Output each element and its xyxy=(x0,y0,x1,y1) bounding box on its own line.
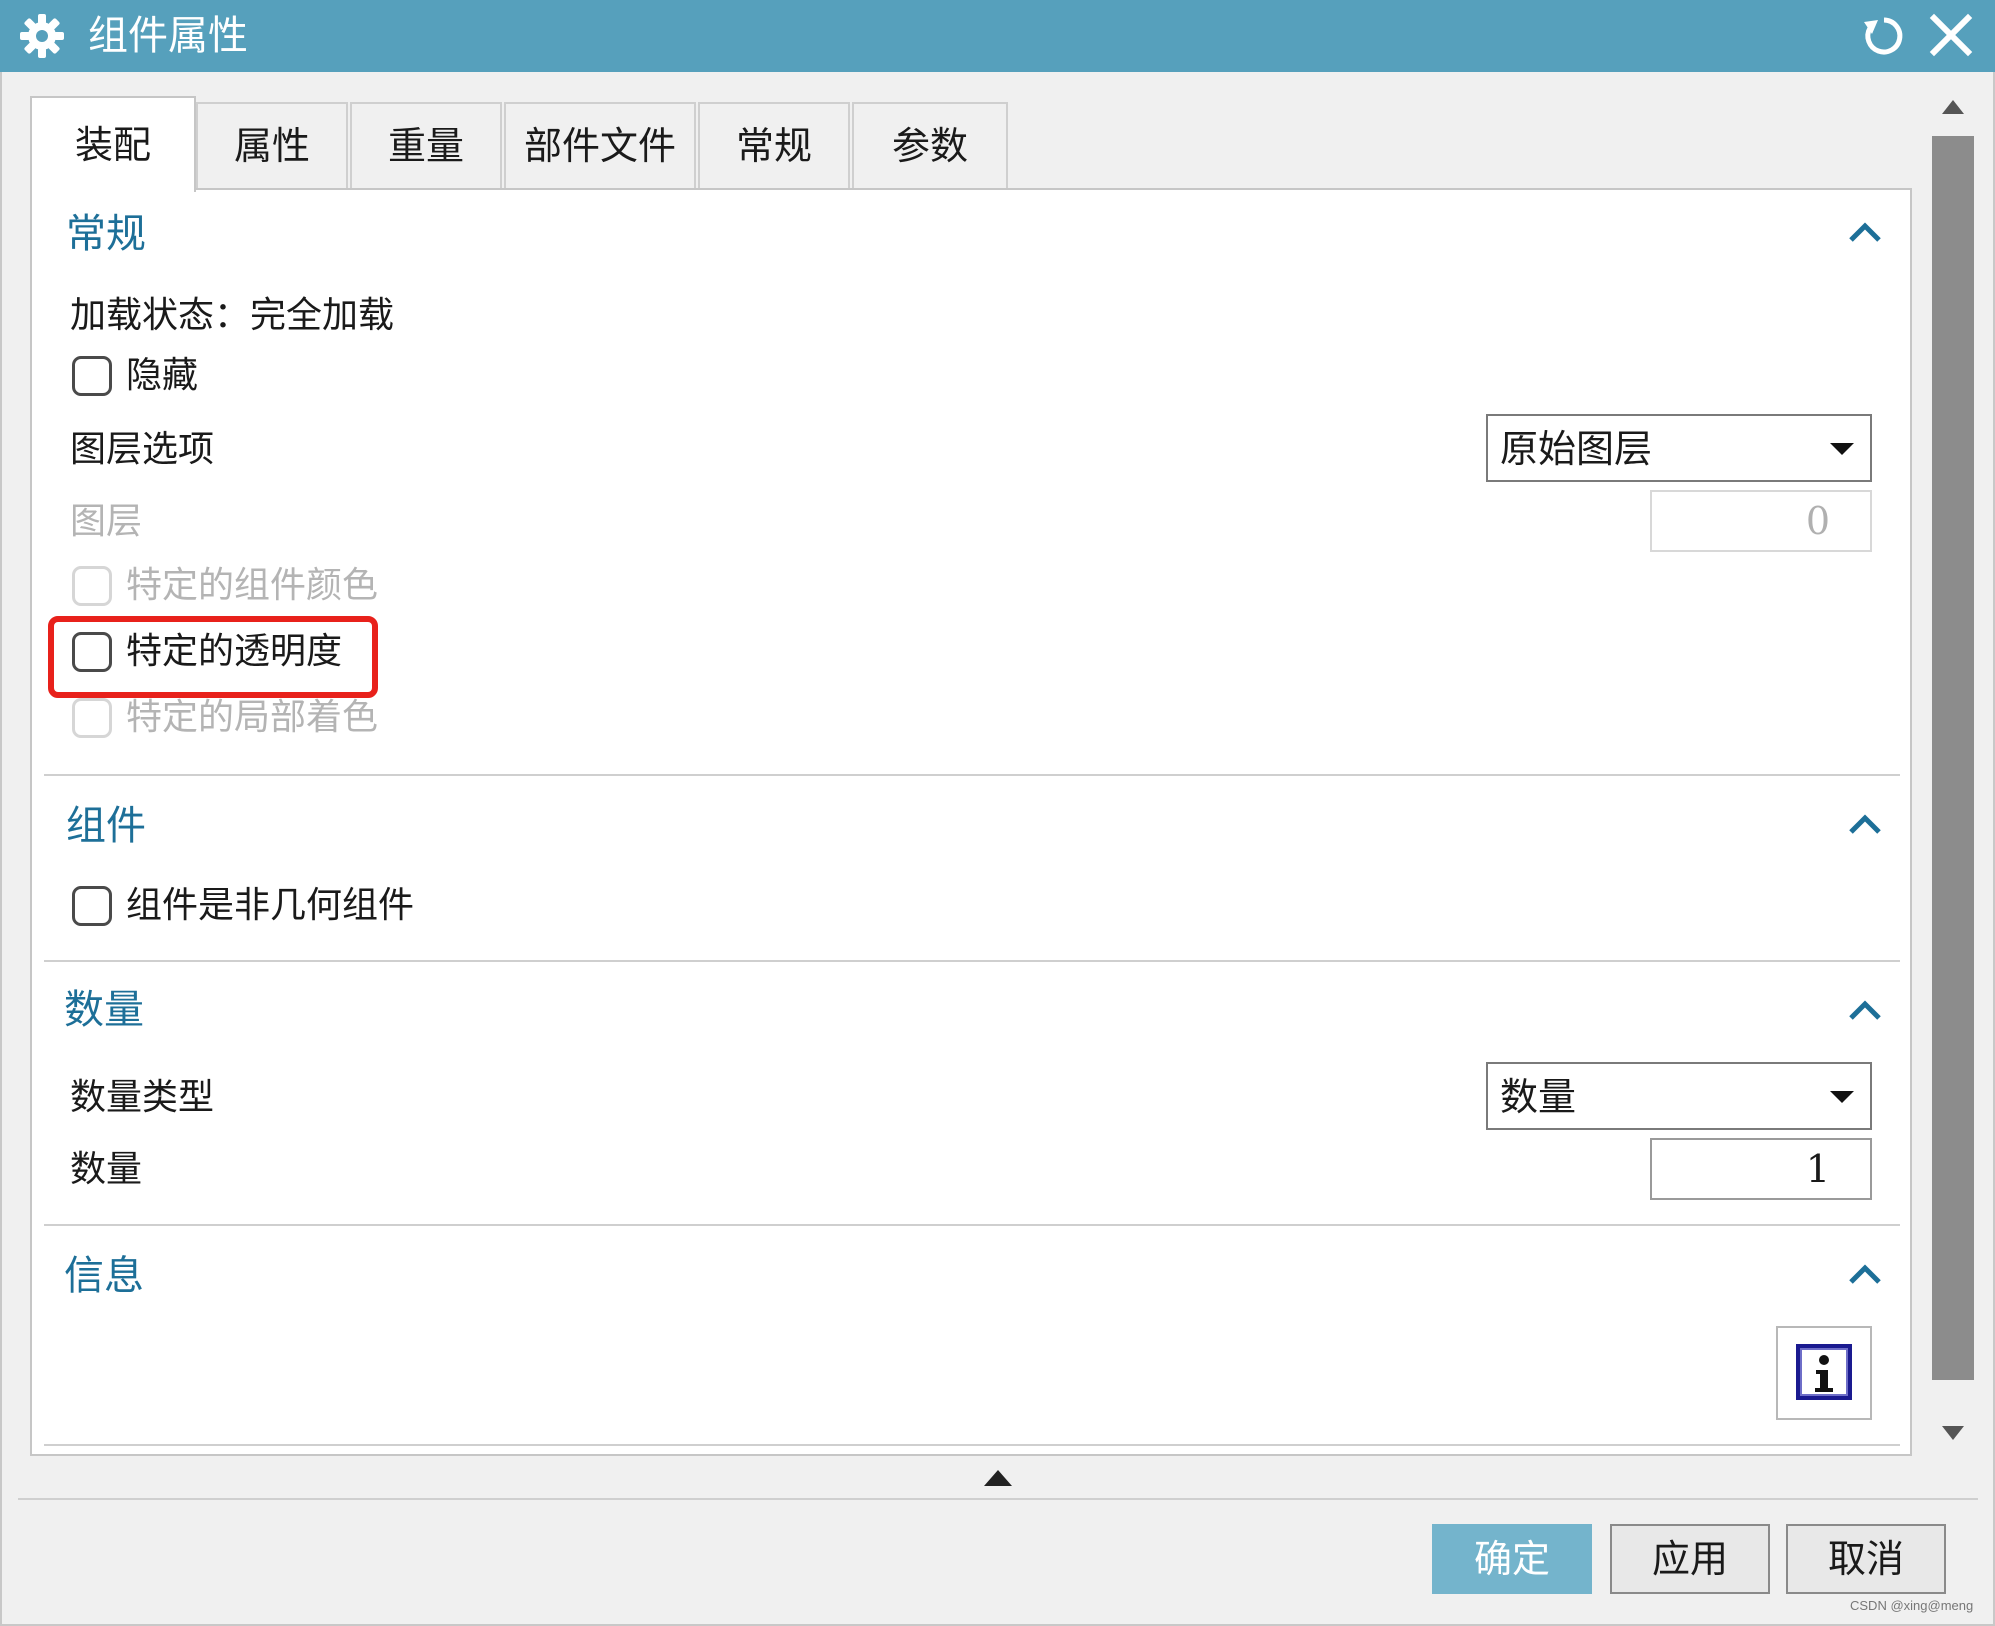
specific-partial-shading-checkbox[interactable] xyxy=(72,698,112,738)
ok-button[interactable]: 确定 xyxy=(1432,1524,1592,1594)
tab-attributes[interactable]: 属性 xyxy=(196,102,348,188)
window-title: 组件属性 xyxy=(88,13,248,59)
non-geometric-checkbox[interactable] xyxy=(72,886,112,926)
load-state-text: 加载状态：完全加载 xyxy=(70,295,395,336)
dropdown-arrow-icon xyxy=(1830,1091,1854,1103)
specific-color-checkbox[interactable] xyxy=(72,566,112,606)
collapse-up-icon[interactable] xyxy=(984,1470,1012,1486)
quantity-type-select[interactable]: 数量 xyxy=(1486,1062,1872,1130)
tab-general[interactable]: 常规 xyxy=(698,102,850,188)
specific-partial-shading-label: 特定的局部着色 xyxy=(126,697,379,738)
tab-part-file[interactable]: 部件文件 xyxy=(504,102,696,188)
non-geometric-label: 组件是非几何组件 xyxy=(126,885,415,926)
tab-parameters[interactable]: 参数 xyxy=(852,102,1008,188)
layer-option-value: 原始图层 xyxy=(1500,427,1653,471)
cancel-button[interactable]: 取消 xyxy=(1786,1524,1946,1594)
watermark: CSDN @xing@meng xyxy=(1850,1598,1974,1613)
tab-assembly[interactable]: 装配 xyxy=(30,96,196,192)
quantity-label: 数量 xyxy=(70,1149,143,1190)
section-divider xyxy=(44,1444,1900,1446)
quantity-type-value: 数量 xyxy=(1500,1075,1577,1119)
quantity-input[interactable]: 1 xyxy=(1650,1138,1872,1200)
section-divider xyxy=(44,774,1900,776)
chevron-up-icon[interactable] xyxy=(1847,220,1883,244)
quantity-type-label: 数量类型 xyxy=(70,1077,215,1118)
section-divider xyxy=(44,960,1900,962)
layer-input[interactable]: 0 xyxy=(1650,490,1872,552)
section-divider xyxy=(44,1224,1900,1226)
chevron-up-icon[interactable] xyxy=(1847,998,1883,1022)
specific-color-label: 特定的组件颜色 xyxy=(126,565,379,606)
apply-button[interactable]: 应用 xyxy=(1610,1524,1770,1594)
close-icon[interactable] xyxy=(1928,12,1974,58)
title-bar xyxy=(0,0,1995,72)
footer-divider xyxy=(18,1498,1978,1500)
gear-icon xyxy=(20,14,64,58)
info-icon xyxy=(1796,1344,1852,1400)
layer-option-select[interactable]: 原始图层 xyxy=(1486,414,1872,482)
dropdown-arrow-icon xyxy=(1830,443,1854,455)
scroll-up-icon[interactable] xyxy=(1942,100,1964,114)
info-button[interactable] xyxy=(1776,1326,1872,1420)
highlight-box xyxy=(48,616,378,698)
layer-option-label: 图层选项 xyxy=(70,429,215,470)
tab-content-panel xyxy=(30,188,1912,1456)
reset-icon[interactable] xyxy=(1862,14,1906,58)
tab-weight[interactable]: 重量 xyxy=(350,102,502,188)
section-title-component[interactable]: 组件 xyxy=(66,798,146,854)
scroll-down-icon[interactable] xyxy=(1942,1426,1964,1440)
hide-checkbox[interactable] xyxy=(72,356,112,396)
section-title-info[interactable]: 信息 xyxy=(64,1248,144,1304)
chevron-up-icon[interactable] xyxy=(1847,1262,1883,1286)
section-title-quantity[interactable]: 数量 xyxy=(64,982,144,1038)
chevron-up-icon[interactable] xyxy=(1847,812,1883,836)
hide-label: 隐藏 xyxy=(126,355,199,396)
layer-label: 图层 xyxy=(70,501,143,542)
scrollbar-thumb[interactable] xyxy=(1932,136,1974,1380)
section-title-general[interactable]: 常规 xyxy=(66,206,146,262)
